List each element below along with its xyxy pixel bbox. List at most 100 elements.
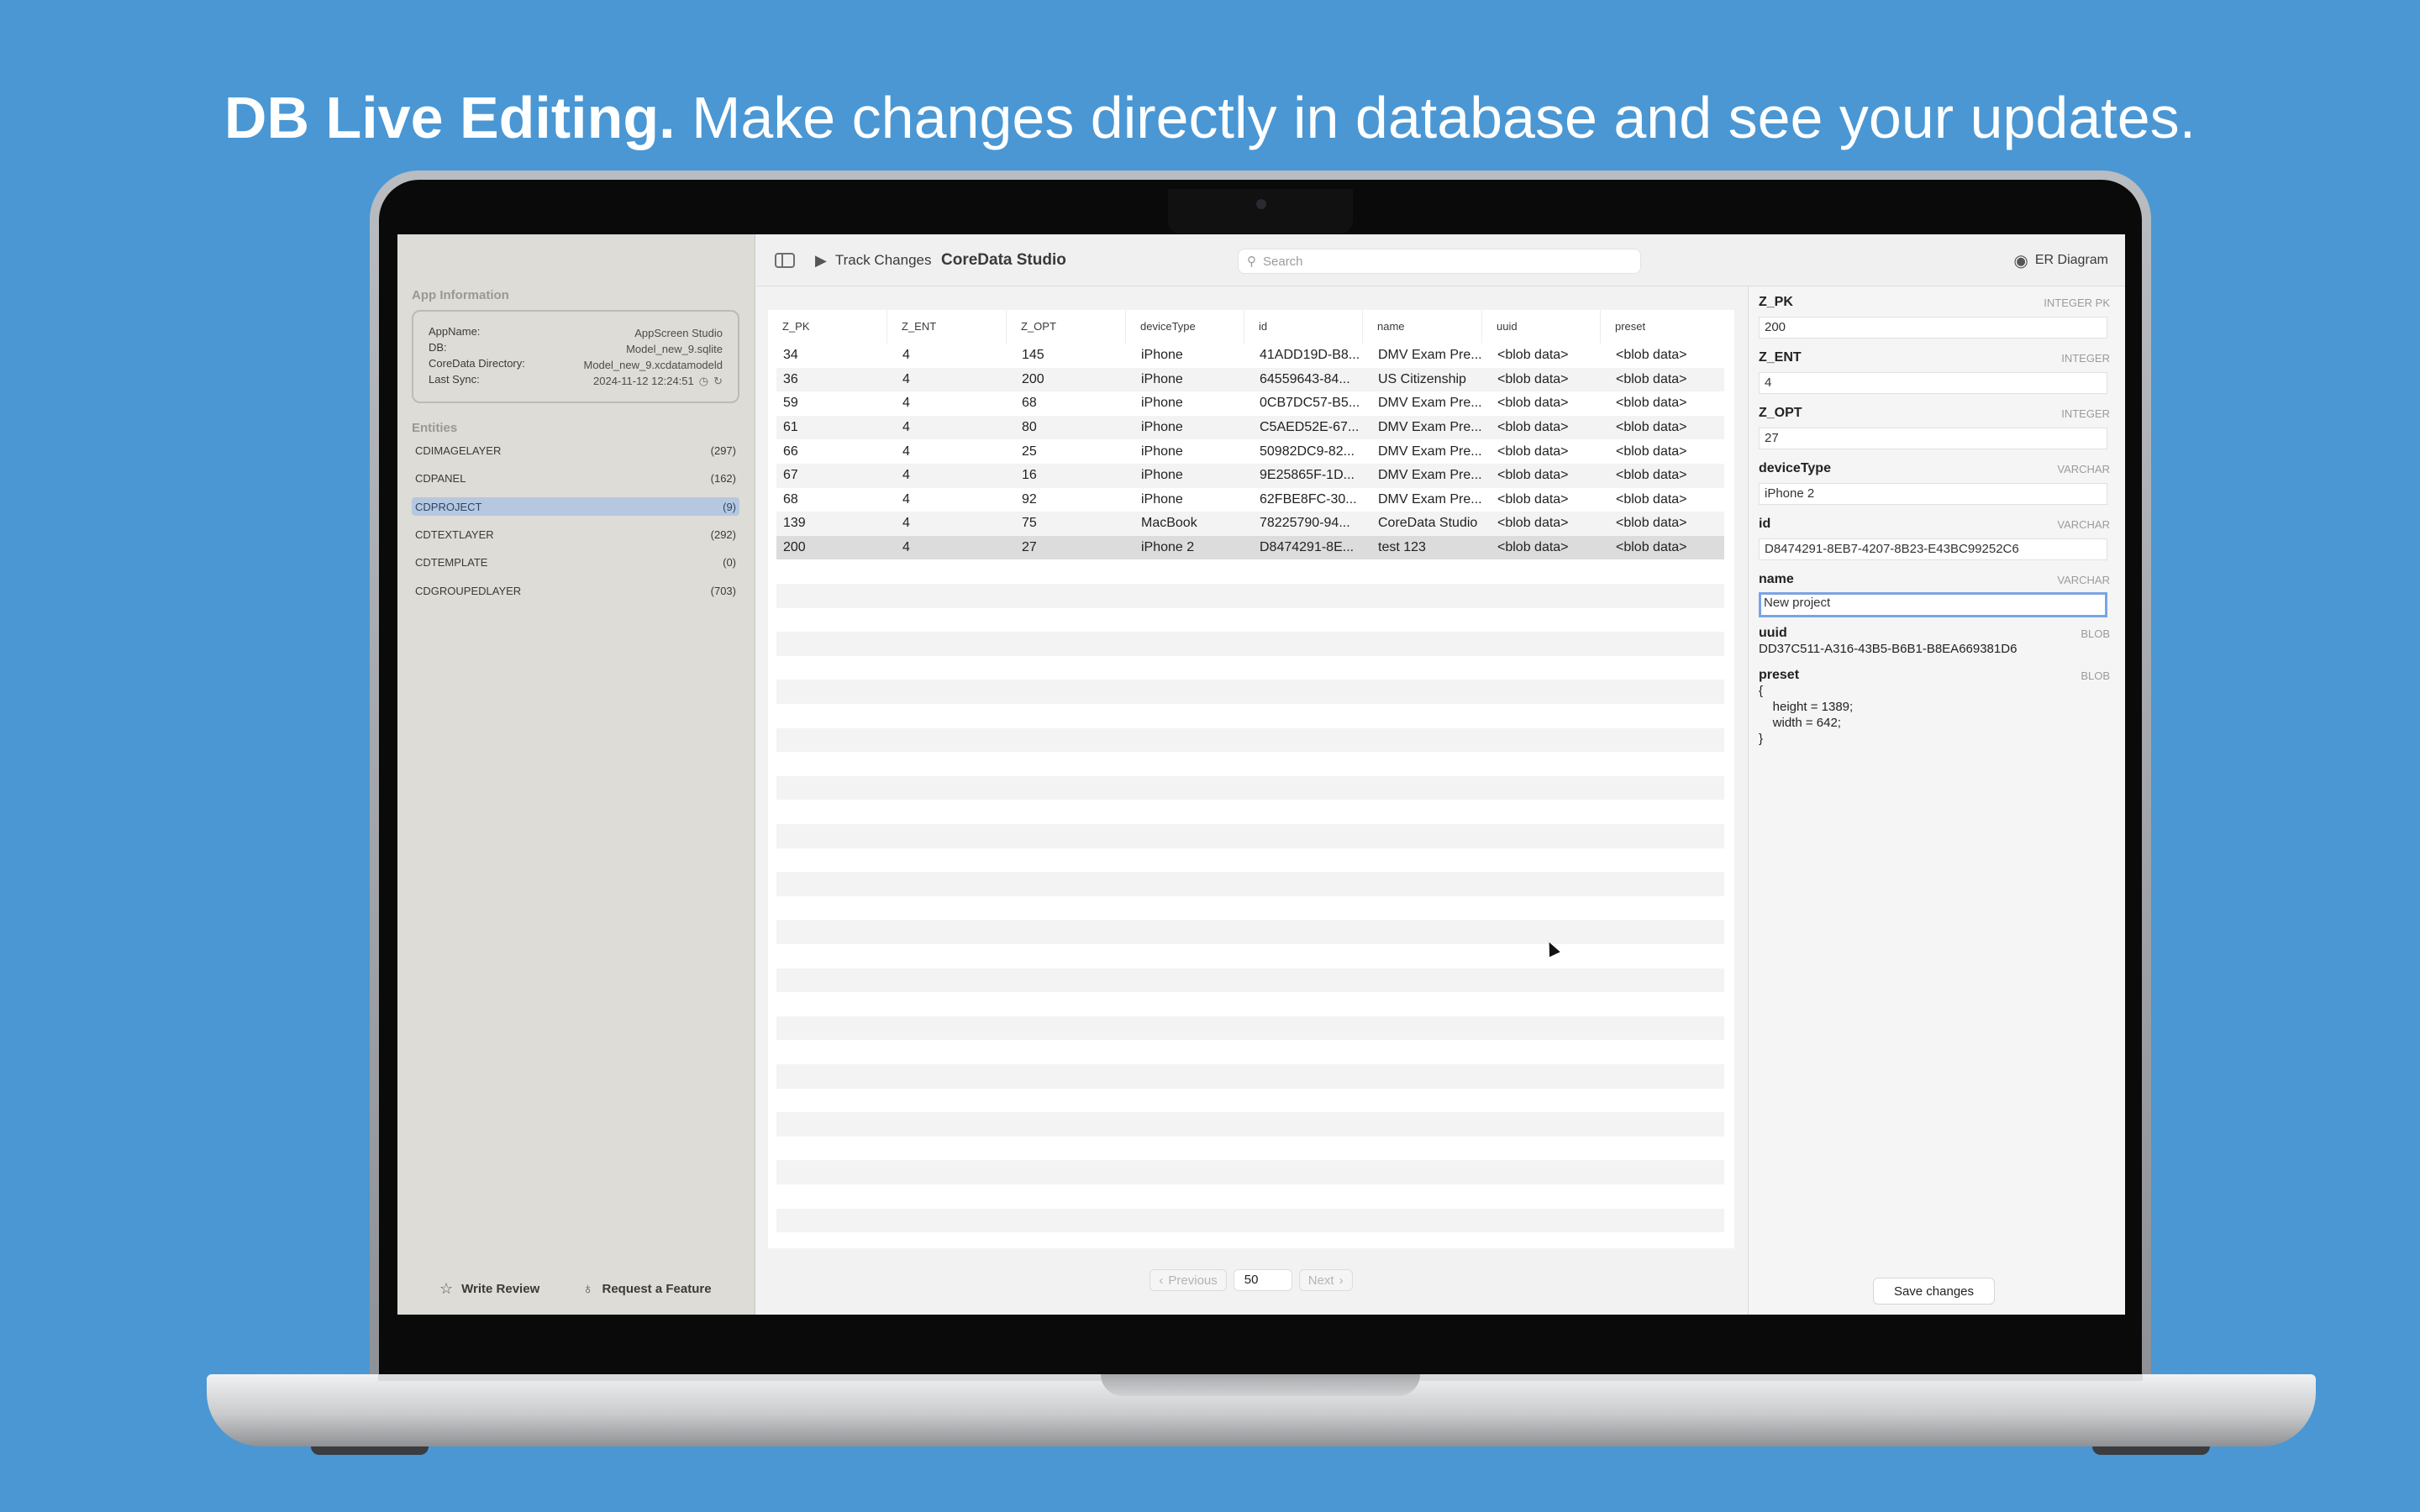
er-diagram-label: ER Diagram — [2034, 253, 2108, 267]
table-row[interactable]: 68 4 92 iPhone 62FBE8FC-30... DMV Exam Pre...… — [776, 488, 1724, 512]
table-cell: 27 — [1022, 540, 1037, 555]
column-header[interactable]: id — [1244, 310, 1363, 344]
column-header[interactable]: uuid — [1482, 310, 1601, 344]
table-row[interactable]: 61 4 80 iPhone C5AED52E-67... DMV Exam Pre...… — [776, 415, 1724, 440]
table-row[interactable]: 59 4 68 iPhone 0CB7DC57-B5... DMV Exam Pre...… — [776, 391, 1724, 416]
table-row[interactable]: 66 4 25 iPhone 50982DC9-82... DMV Exam Pre...… — [776, 439, 1724, 464]
last-sync-text: 2024-11-12 12:24:51 — [593, 375, 694, 387]
entity-name: CDTEMPLATE — [415, 555, 488, 569]
table-cell: iPhone — [1141, 420, 1183, 435]
table-cell: iPhone 2 — [1141, 540, 1195, 555]
name-field[interactable]: New project — [1759, 592, 2107, 617]
table-cell: 4 — [902, 444, 910, 459]
id-field[interactable]: D8474291-8EB7-4207-8B23-E43BC99252C6 — [1759, 538, 2107, 560]
entity-count: (297) — [710, 444, 736, 457]
track-changes-button[interactable]: ▶ Track Changes — [815, 234, 932, 286]
clock-icon[interactable]: ◷ — [699, 375, 708, 388]
refresh-icon[interactable]: ↻ — [713, 375, 723, 388]
empty-row — [776, 824, 1724, 848]
chevron-right-icon: › — [1339, 1273, 1344, 1288]
info-row: DB: Model_new_9.sqlite — [429, 341, 723, 357]
column-header[interactable]: name — [1363, 310, 1482, 344]
table-cell: iPhone — [1141, 348, 1183, 363]
info-value: Model_new_9.xcdatamodeld — [583, 359, 723, 371]
table-cell: 61 — [783, 420, 798, 435]
column-header[interactable]: deviceType — [1126, 310, 1244, 344]
page-size-input[interactable]: 50 — [1233, 1269, 1292, 1291]
table-row[interactable]: 34 4 145 iPhone 41ADD19D-B8... DMV Exam Pre..… — [776, 344, 1724, 368]
table-row[interactable]: 67 4 16 iPhone 9E25865F-1D... DMV Exam Pre...… — [776, 463, 1724, 488]
headline-bold: DB Live Editing. — [224, 85, 676, 150]
table-row[interactable]: 139 4 75 MacBook 78225790-94... CoreData Stud… — [776, 512, 1724, 536]
info-key: AppName: — [429, 325, 481, 338]
z-opt-field[interactable]: 27 — [1759, 428, 2107, 449]
table-cell: <blob data> — [1616, 348, 1687, 363]
entity-item-cdgroupedlayer[interactable]: CDGROUPEDLAYER (703) — [412, 581, 739, 600]
empty-row — [776, 872, 1724, 896]
table-cell: <blob data> — [1616, 444, 1687, 459]
search-icon: ⚲ — [1247, 255, 1256, 269]
entity-count: (9) — [723, 500, 736, 513]
camera-notch — [1168, 189, 1353, 234]
lightbulb-icon: ♁ — [582, 1280, 594, 1297]
write-review-label: Write Review — [461, 1282, 540, 1296]
table-cell: DMV Exam Pre... — [1378, 444, 1482, 459]
entity-item-cdproject[interactable]: CDPROJECT (9) — [412, 497, 739, 516]
table-cell: <blob data> — [1616, 491, 1687, 507]
field-label-device-type: deviceType — [1759, 461, 1831, 475]
column-header[interactable]: Z_ENT — [887, 310, 1007, 344]
app-window: App Information AppName: AppScreen Studi… — [397, 234, 2125, 1315]
z-pk-field[interactable]: 200 — [1759, 317, 2107, 339]
play-icon: ▶ — [815, 251, 827, 269]
write-review-button[interactable]: ☆ Write Review — [439, 1280, 539, 1298]
entity-item-cdimagelayer[interactable]: CDIMAGELAYER (297) — [412, 441, 739, 459]
er-diagram-button[interactable]: ◉ ER Diagram — [2013, 246, 2108, 275]
table-cell: 9E25865F-1D... — [1260, 468, 1355, 483]
table-cell: <blob data> — [1616, 516, 1687, 531]
search-input[interactable]: ⚲ Search — [1238, 249, 1641, 274]
field-label-z-ent: Z_ENT — [1759, 350, 1802, 365]
column-header[interactable]: preset — [1601, 310, 1734, 344]
table-cell: <blob data> — [1497, 491, 1569, 507]
column-header[interactable]: Z_PK — [768, 310, 887, 344]
main-pane: ▶ Track Changes CoreData Studio ⚲ Search… — [756, 234, 2125, 1315]
info-row: Last Sync: 2024-11-12 12:24:51 ◷ ↻ — [429, 373, 723, 389]
table-cell: 4 — [902, 491, 910, 507]
pagination: ‹ Previous 50 Next › — [756, 1268, 1746, 1293]
field-type: INTEGER — [2061, 407, 2110, 420]
table-cell: 4 — [902, 540, 910, 555]
table-cell: <blob data> — [1497, 396, 1569, 411]
table-body: 34 4 145 iPhone 41ADD19D-B8... DMV Exam Pre..… — [776, 344, 1724, 560]
table-cell: 50982DC9-82... — [1260, 444, 1355, 459]
star-icon: ☆ — [439, 1280, 454, 1297]
table-cell: 139 — [783, 516, 806, 531]
camera-icon — [1256, 199, 1266, 209]
next-button[interactable]: Next › — [1298, 1269, 1353, 1291]
chevron-left-icon: ‹ — [1159, 1273, 1164, 1288]
table-cell: US Citizenship — [1378, 371, 1466, 386]
entity-item-cdtemplate[interactable]: CDTEMPLATE (0) — [412, 553, 739, 571]
table-row[interactable]: 200 4 27 iPhone 2 D8474291-8E... test 123 <blo… — [776, 535, 1724, 560]
table-cell: <blob data> — [1497, 348, 1569, 363]
field-type: BLOB — [2081, 627, 2110, 640]
z-ent-field[interactable]: 4 — [1759, 372, 2107, 394]
save-changes-button[interactable]: Save changes — [1873, 1278, 1995, 1305]
table-row[interactable]: 36 4 200 iPhone 64559643-84... US Citizenship… — [776, 367, 1724, 392]
sidebar-toggle-icon[interactable] — [775, 253, 795, 268]
entity-item-cdpanel[interactable]: CDPANEL (162) — [412, 469, 739, 487]
previous-button[interactable]: ‹ Previous — [1150, 1269, 1227, 1291]
sidebar: App Information AppName: AppScreen Studi… — [397, 234, 755, 1315]
table-cell: 66 — [783, 444, 798, 459]
field-label-z-opt: Z_OPT — [1759, 406, 1802, 420]
info-key: Last Sync: — [429, 373, 480, 386]
column-header[interactable]: Z_OPT — [1007, 310, 1126, 344]
uuid-value: DD37C511-A316-43B5-B6B1-B8EA669381D6 — [1759, 642, 2018, 656]
table-cell: MacBook — [1141, 516, 1197, 531]
request-feature-button[interactable]: ♁ Request a Feature — [582, 1280, 712, 1298]
table-cell: 4 — [902, 420, 910, 435]
device-type-field[interactable]: iPhone 2 — [1759, 483, 2107, 505]
laptop-foot-right — [2092, 1446, 2210, 1455]
entity-name: CDPANEL — [415, 471, 466, 485]
headline: DB Live Editing. Make changes directly i… — [0, 84, 2420, 151]
entity-item-cdtextlayer[interactable]: CDTEXTLAYER (292) — [412, 525, 739, 543]
